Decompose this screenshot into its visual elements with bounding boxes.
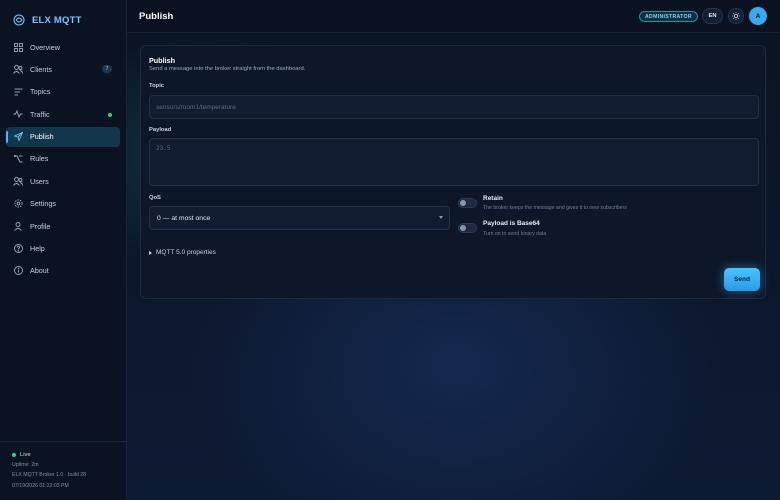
toggle-knob <box>460 225 466 231</box>
live-dot <box>12 453 16 458</box>
sidebar-item-label: Traffic <box>30 109 50 119</box>
sidebar-item-label: Clients <box>30 64 52 74</box>
sidebar-nav: Overview Clients 7 Topics Traffic Publis… <box>6 37 120 283</box>
base64-toggle[interactable] <box>458 223 477 233</box>
sidebar-item-overview[interactable]: Overview <box>6 37 120 57</box>
info-circle-icon <box>13 266 23 276</box>
sidebar-item-label: Publish <box>30 132 54 142</box>
user-icon <box>13 221 23 231</box>
branch-icon <box>13 154 23 164</box>
base64-title: Payload is Base64 <box>483 220 540 227</box>
gear-icon <box>13 199 23 209</box>
sidebar-item-traffic[interactable]: Traffic <box>6 104 120 124</box>
sidebar-item-about[interactable]: About <box>6 261 120 281</box>
users-icon <box>13 176 23 186</box>
topic-label: Topic <box>149 83 165 89</box>
traffic-status-dot <box>108 112 112 117</box>
lines-icon <box>13 87 23 97</box>
payload-textarea[interactable] <box>149 138 759 186</box>
sidebar: ELX MQTT Overview Clients 7 Topics Traff… <box>0 0 127 500</box>
help-circle-icon <box>13 244 23 254</box>
sidebar-item-rules[interactable]: Rules <box>6 149 120 169</box>
page-title: Publish <box>139 11 174 22</box>
card-subtitle: Send a message into the broker straight … <box>149 66 306 72</box>
version-text: ELX MQTT Broker 1.0 · build 28 <box>12 472 87 479</box>
sidebar-item-label: Help <box>30 244 45 254</box>
disclosure-triangle-icon <box>149 250 152 255</box>
sidebar-item-label: Users <box>30 176 49 186</box>
live-label: Live <box>20 452 31 458</box>
topbar: Publish ADMINISTRATOR EN A <box>127 0 780 33</box>
clients-count-badge: 7 <box>102 65 112 74</box>
sidebar-item-users[interactable]: Users <box>6 171 120 191</box>
main-content: Publish Send a message into the broker s… <box>127 33 780 500</box>
sidebar-item-publish[interactable]: Publish <box>6 126 120 147</box>
mqtt5-properties-toggle[interactable]: MQTT 5.0 properties <box>149 249 216 256</box>
theme-toggle-button[interactable] <box>728 8 744 24</box>
retain-description: The broker keeps the message and gives i… <box>483 205 627 211</box>
timestamp-text: 07/19/2026 01:22:03 PM <box>12 482 69 489</box>
qos-select[interactable]: 0 — at most once <box>149 206 450 230</box>
mqtt5-properties-label: MQTT 5.0 properties <box>156 249 216 256</box>
qos-label: QoS <box>149 195 161 201</box>
live-status: Live <box>12 450 115 460</box>
app-name: ELX MQTT <box>32 14 82 26</box>
sidebar-item-label: About <box>30 266 49 276</box>
send-button[interactable]: Send <box>724 268 760 291</box>
sidebar-item-label: Rules <box>30 154 49 164</box>
sidebar-footer: Live Uptime: 2m ELX MQTT Broker 1.0 · bu… <box>0 441 127 499</box>
sidebar-item-label: Topics <box>30 87 51 97</box>
toggle-knob <box>460 200 466 206</box>
card-title: Publish <box>149 56 175 65</box>
sidebar-item-help[interactable]: Help <box>6 239 120 259</box>
topic-input[interactable] <box>149 95 759 119</box>
grid-icon <box>13 42 23 52</box>
base64-description: Turn on to send binary data <box>483 231 547 237</box>
send-icon <box>13 132 23 142</box>
sidebar-item-topics[interactable]: Topics <box>6 82 120 102</box>
chevron-down-icon <box>439 216 443 219</box>
sidebar-item-label: Overview <box>30 42 60 52</box>
publish-card: Publish Send a message into the broker s… <box>140 45 766 299</box>
activity-icon <box>13 109 23 119</box>
qos-selected-value: 0 — at most once <box>157 214 211 222</box>
language-button[interactable]: EN <box>702 8 723 24</box>
avatar[interactable]: A <box>749 7 767 25</box>
uptime-text: Uptime: 2m <box>12 462 39 469</box>
sun-icon <box>732 7 740 25</box>
logo-icon <box>13 14 25 26</box>
sidebar-item-profile[interactable]: Profile <box>6 216 120 236</box>
retain-toggle[interactable] <box>458 198 477 208</box>
retain-title: Retain <box>483 195 503 202</box>
sidebar-item-label: Settings <box>30 199 56 209</box>
users-icon <box>13 64 23 74</box>
brand[interactable]: ELX MQTT <box>13 12 82 28</box>
sidebar-item-settings[interactable]: Settings <box>6 194 120 214</box>
sidebar-item-label: Profile <box>30 221 51 231</box>
payload-label: Payload <box>149 127 172 133</box>
role-badge: ADMINISTRATOR <box>639 11 698 22</box>
sidebar-item-clients[interactable]: Clients 7 <box>6 59 120 79</box>
